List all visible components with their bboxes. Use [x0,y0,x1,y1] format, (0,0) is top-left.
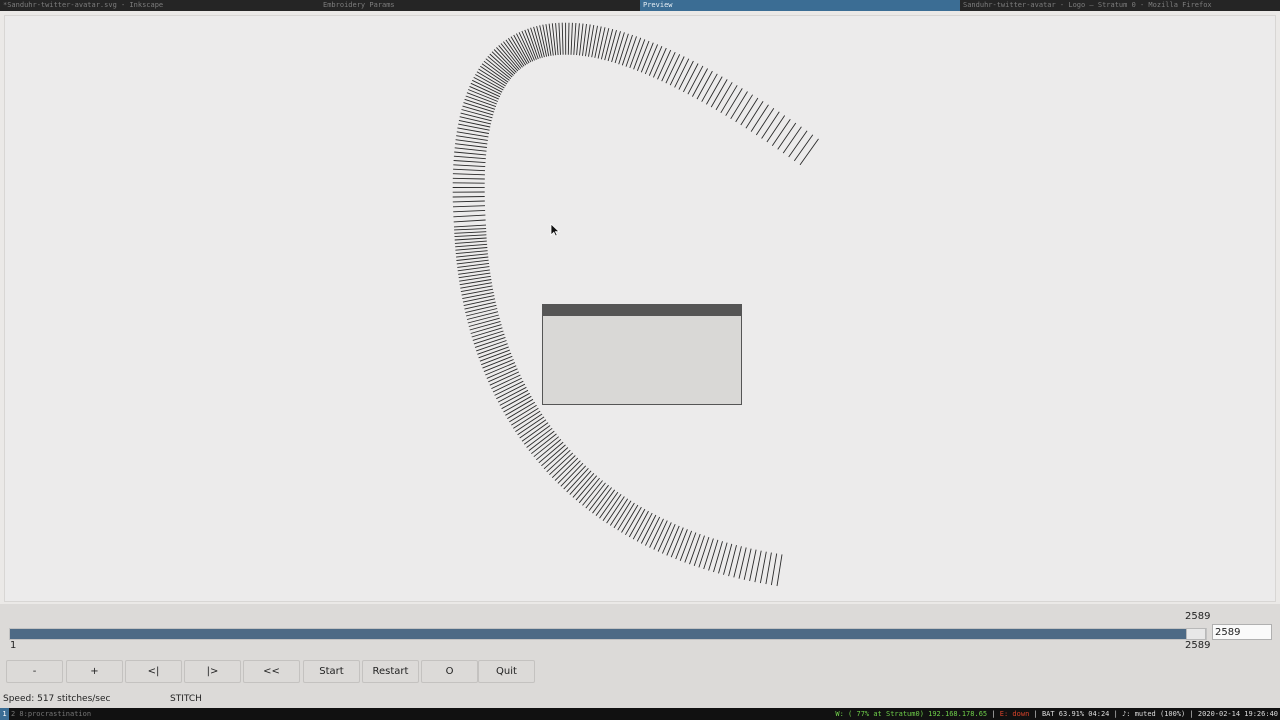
workspace-2-button[interactable]: 2 8:procrastination [11,708,91,720]
mouse-cursor-icon [550,223,560,237]
slider-handle[interactable] [1186,628,1206,640]
window-tab-inkscape[interactable]: *Sanduhr-twitter-avatar.svg - Inkscape [0,0,320,11]
clock: 2020-02-14 19:26:40 [1197,710,1278,718]
system-info: W: ( 77% at Stratum0) 192.168.178.65 | E… [835,710,1278,718]
system-status-bar: 1 2 8:procrastination W: ( 77% at Stratu… [0,708,1280,720]
ethernet-status: E: down [999,710,1030,718]
restart-button[interactable]: Restart [362,660,419,683]
slider-min-label: 1 [10,640,17,651]
window-tab-bar: *Sanduhr-twitter-avatar.svg - Inkscape E… [0,0,1280,11]
window-tab-firefox[interactable]: Sanduhr-twitter-avatar - Logo – Stratum … [960,0,1280,11]
step-backward-button[interactable]: <| [125,660,182,683]
slider-fill [10,629,1206,639]
step-forward-button[interactable]: |> [184,660,241,683]
slower-button[interactable]: - [6,660,63,683]
quit-button[interactable]: Quit [478,660,535,683]
volume-status: ♪: muted (100%) [1122,710,1186,718]
player-controls: 2589 1 2589 - + <| |> << Start Restart O… [0,604,1280,708]
battery-status: BAT 63.91% 04:24 [1041,710,1110,718]
slider-max-label: 2589 [1185,640,1211,651]
speed-status: Speed: 517 stitches/sec [3,694,111,704]
mode-status: STITCH [170,694,202,704]
stitch-slider[interactable] [9,628,1207,640]
workspace-1-button[interactable]: 1 [0,708,9,720]
stitch-number-input[interactable] [1212,624,1272,640]
reverse-button[interactable]: << [243,660,300,683]
preview-canvas[interactable] [4,15,1276,602]
start-button[interactable]: Start [303,660,360,683]
window-tab-embroidery-params[interactable]: Embroidery Params [320,0,640,11]
wifi-status: W: ( 77% at Stratum0) 192.168.178.65 [835,710,988,718]
toggle-o-button[interactable]: O [421,660,478,683]
window-tab-preview[interactable]: Preview [640,0,960,11]
popup-titlebar[interactable] [543,305,741,316]
empty-popup-window [542,304,742,405]
faster-button[interactable]: + [66,660,123,683]
slider-current-value: 2589 [1185,611,1211,622]
